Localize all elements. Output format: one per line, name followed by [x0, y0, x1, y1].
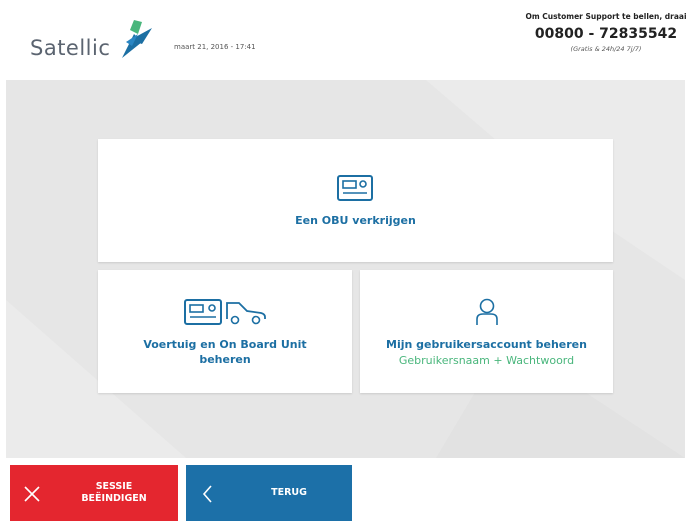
logo-text: Satellic [30, 36, 111, 60]
support-phone: 00800 - 72835542 [534, 26, 678, 42]
user-icon [475, 298, 498, 325]
close-icon [24, 486, 40, 502]
vehicle-obu-label-line2: beheren [199, 352, 251, 366]
main-panel: Een OBU verkrijgen Voertuig en On Board … [6, 80, 685, 458]
support-note: (Gratis & 24h/24 7j/7) [570, 45, 642, 53]
get-obu-label: Een OBU verkrijgen [295, 214, 416, 227]
get-obu-tile[interactable]: Een OBU verkrijgen [98, 139, 613, 262]
logo-mark-icon [122, 20, 152, 58]
account-label: Mijn gebruikersaccount beheren [386, 337, 587, 351]
end-session-label: SESSIE BEËINDIGEN [60, 465, 168, 521]
account-tile[interactable]: Mijn gebruikersaccount beheren Gebruiker… [360, 270, 613, 393]
support-info: Om Customer Support te bellen, draai 008… [521, 12, 691, 53]
datetime: maart 21, 2016 - 17:41 [174, 43, 256, 51]
back-label: TERUG [271, 487, 307, 498]
support-title: Om Customer Support te bellen, draai [525, 12, 687, 21]
obu-vehicle-icon [184, 298, 266, 325]
vehicle-obu-label: Voertuig en On Board Unit beheren [143, 337, 306, 367]
footer: SESSIE BEËINDIGEN TERUG [0, 458, 691, 523]
background-pattern [6, 80, 685, 458]
header: Satellic maart 21, 2016 - 17:41 Om Custo… [0, 0, 691, 80]
obu-device-icon [336, 175, 373, 201]
chevron-left-icon [202, 485, 212, 503]
end-session-label-line1: SESSIE [95, 481, 133, 492]
vehicle-obu-tile[interactable]: Voertuig en On Board Unit beheren [98, 270, 352, 393]
end-session-button[interactable]: SESSIE BEËINDIGEN [10, 465, 178, 521]
end-session-label-line2: BEËINDIGEN [81, 493, 147, 504]
vehicle-obu-label-line1: Voertuig en On Board Unit [143, 337, 307, 351]
back-button[interactable]: TERUG [186, 465, 352, 521]
account-sublabel: Gebruikersnaam + Wachtwoord [398, 353, 575, 367]
